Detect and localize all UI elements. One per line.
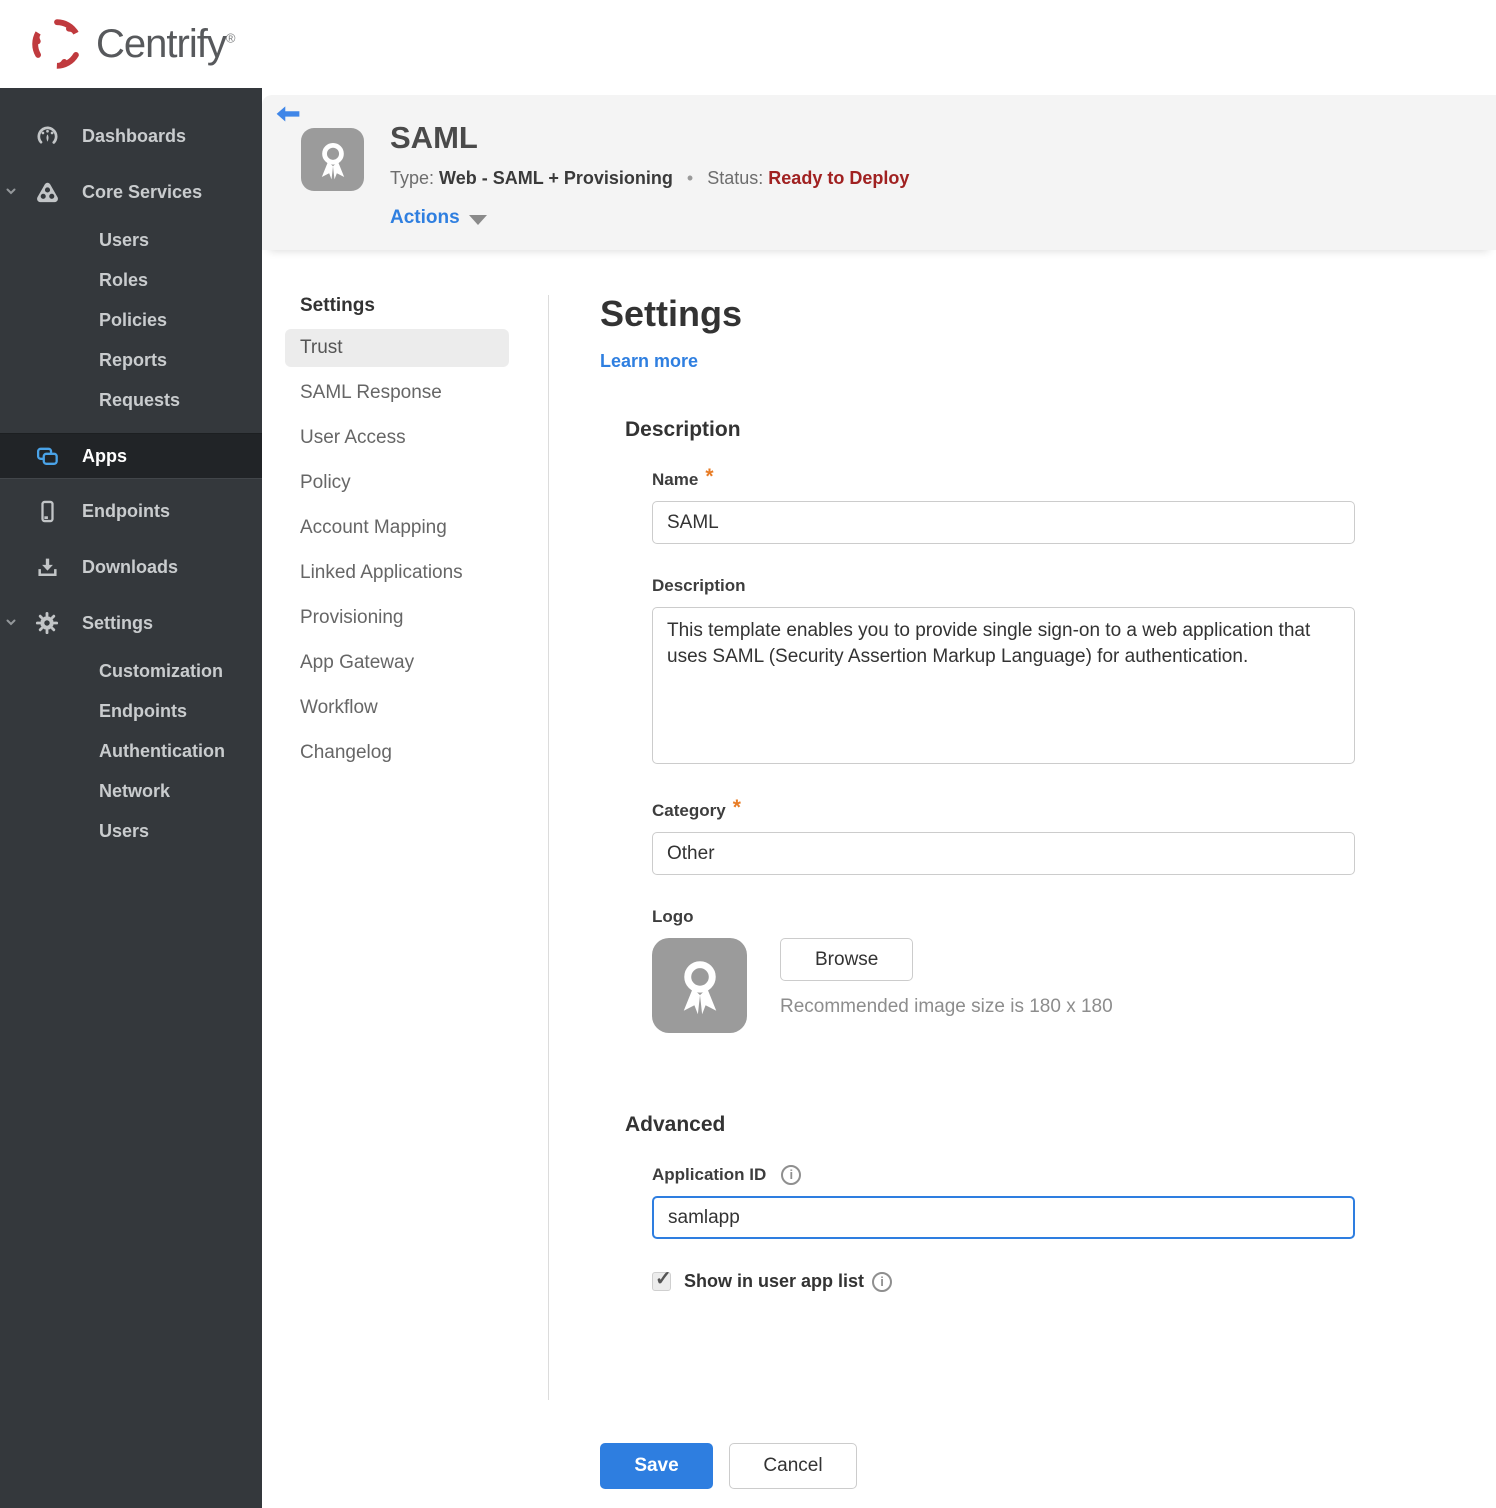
sidebar-item-label: Downloads <box>82 556 179 577</box>
application-id-label: Application ID <box>652 1165 767 1184</box>
sidebar-item-apps[interactable]: Apps <box>0 433 262 479</box>
sidebar: Dashboards Core Services Users Roles Pol… <box>0 88 262 1508</box>
description-textarea[interactable]: This template enables you to provide sin… <box>652 607 1355 764</box>
sidebar-item-settings[interactable]: Settings <box>0 595 262 651</box>
check-icon: ✓ <box>655 1268 672 1290</box>
description-label: Description <box>652 576 746 595</box>
content-area: SAML Type: Web - SAML + Provisioning • S… <box>262 88 1496 1508</box>
subnav-item-user-access[interactable]: User Access <box>285 419 509 457</box>
logo-label: Logo <box>652 907 694 926</box>
subnav-item-app-gateway[interactable]: App Gateway <box>285 644 509 682</box>
apps-icon <box>34 444 60 469</box>
sidebar-item-users[interactable]: Users <box>0 220 262 260</box>
learn-more-link[interactable]: Learn more <box>600 351 698 372</box>
sidebar-item-downloads[interactable]: Downloads <box>0 539 262 595</box>
sidebar-item-policies[interactable]: Policies <box>0 300 262 340</box>
sidebar-item-label: Settings <box>82 612 154 633</box>
advanced-section-heading: Advanced <box>625 1113 726 1136</box>
app-logo <box>301 128 364 191</box>
sidebar-item-dashboards[interactable]: Dashboards <box>0 108 262 164</box>
subnav-item-linked-applications[interactable]: Linked Applications <box>285 554 509 592</box>
category-input[interactable] <box>652 832 1355 875</box>
info-icon[interactable]: i <box>872 1271 893 1292</box>
subnav-item-workflow[interactable]: Workflow <box>285 689 509 727</box>
required-marker: * <box>732 796 741 819</box>
sidebar-item-settings-endpoints[interactable]: Endpoints <box>0 691 262 731</box>
app-meta: Type: Web - SAML + Provisioning • Status… <box>390 168 909 189</box>
sidebar-item-label: Dashboards <box>82 125 187 146</box>
type-label: Type: <box>390 168 435 188</box>
logo-preview <box>652 938 747 1033</box>
application-id-input[interactable] <box>652 1196 1355 1239</box>
brand-name: Centrify® <box>96 21 236 66</box>
description-section-heading: Description <box>625 418 741 441</box>
show-in-user-app-list-checkbox[interactable]: ✓ <box>652 1268 672 1291</box>
subnav-item-trust[interactable]: Trust <box>285 329 509 367</box>
chevron-down-icon[interactable] <box>4 613 18 634</box>
meta-bullet: • <box>686 168 694 188</box>
dashboard-gauge-icon <box>34 124 60 149</box>
download-icon <box>34 555 60 580</box>
sidebar-item-requests[interactable]: Requests <box>0 380 262 420</box>
sidebar-item-label: Core Services <box>82 181 203 202</box>
status-value: Ready to Deploy <box>768 168 910 188</box>
sidebar-item-settings-users[interactable]: Users <box>0 811 262 851</box>
actions-dropdown[interactable]: Actions <box>390 207 487 229</box>
type-value: Web - SAML + Provisioning <box>439 168 673 188</box>
sidebar-item-label: Endpoints <box>82 500 170 521</box>
sidebar-item-core-services[interactable]: Core Services <box>0 164 262 220</box>
subnav-item-policy[interactable]: Policy <box>285 464 509 502</box>
subnav-item-provisioning[interactable]: Provisioning <box>285 599 509 637</box>
subnav-item-account-mapping[interactable]: Account Mapping <box>285 509 509 547</box>
browse-button[interactable]: Browse <box>780 938 914 981</box>
sidebar-item-endpoints[interactable]: Endpoints <box>0 483 262 539</box>
endpoints-phone-icon <box>34 499 60 524</box>
logo-size-hint: Recommended image size is 180 x 180 <box>780 996 1113 1017</box>
subnav-item-saml-response[interactable]: SAML Response <box>285 374 509 412</box>
required-marker: * <box>705 465 714 488</box>
sidebar-item-network[interactable]: Network <box>0 771 262 811</box>
subnav-heading: Settings <box>300 295 375 316</box>
status-label: Status: <box>707 168 764 188</box>
chevron-down-icon[interactable] <box>4 182 18 203</box>
sidebar-item-label: Apps <box>82 445 127 466</box>
info-icon[interactable]: i <box>781 1165 802 1185</box>
settings-form: Settings Learn more Description Name * D… <box>549 293 1496 1489</box>
actions-label: Actions <box>390 207 460 228</box>
category-label: Category <box>652 801 726 820</box>
top-bar: Centrify® <box>0 0 1496 88</box>
core-services-icon <box>34 180 60 205</box>
sidebar-item-customization[interactable]: Customization <box>0 651 262 691</box>
page-title: Settings <box>600 293 743 334</box>
sidebar-item-reports[interactable]: Reports <box>0 340 262 380</box>
settings-subnav: Settings Trust SAML Response User Access… <box>262 295 549 1400</box>
save-button[interactable]: Save <box>600 1443 713 1489</box>
award-ribbon-icon <box>683 960 716 1014</box>
registered-mark: ® <box>225 30 236 46</box>
show-in-user-app-list-label: Show in user app list <box>684 1271 865 1291</box>
name-label: Name <box>652 470 699 489</box>
award-ribbon-icon <box>321 142 344 179</box>
back-arrow-icon[interactable] <box>275 104 301 126</box>
cancel-button[interactable]: Cancel <box>729 1443 857 1489</box>
caret-down-icon <box>468 214 487 225</box>
centrify-logo-icon <box>30 17 84 71</box>
gear-icon <box>34 610 60 636</box>
sidebar-item-authentication[interactable]: Authentication <box>0 731 262 771</box>
sidebar-item-roles[interactable]: Roles <box>0 260 262 300</box>
subnav-item-changelog[interactable]: Changelog <box>285 734 509 772</box>
name-input[interactable] <box>652 501 1355 544</box>
app-header: SAML Type: Web - SAML + Provisioning • S… <box>262 95 1496 250</box>
brand: Centrify® <box>30 17 236 71</box>
app-title: SAML <box>390 120 478 155</box>
